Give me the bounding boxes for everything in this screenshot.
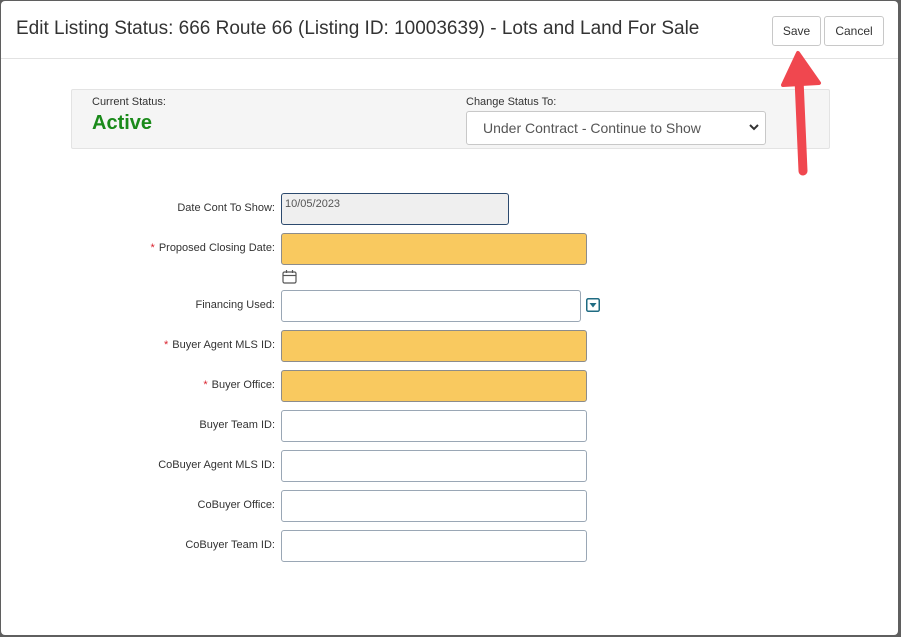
change-status-selected-value: Under Contract - Continue to Show <box>483 120 701 136</box>
cancel-button[interactable]: Cancel <box>824 16 884 46</box>
current-status-value: Active <box>92 112 153 134</box>
proposed-closing-date-label: * Proposed Closing Date: <box>150 242 275 254</box>
cobuyer-agent-mls-id-label: CoBuyer Agent MLS ID: <box>158 459 275 471</box>
required-marker: * <box>164 339 169 351</box>
change-status-label: Change Status To: <box>466 96 557 108</box>
buyer-office-input[interactable] <box>281 370 587 402</box>
buyer-team-id-label: Buyer Team ID: <box>199 419 275 431</box>
dropdown-toggle-icon[interactable] <box>586 298 600 312</box>
financing-used-input[interactable] <box>281 290 581 322</box>
change-status-select[interactable]: Under Contract - Continue to Show <box>466 111 766 145</box>
dialog-title: Edit Listing Status: 666 Route 66 (Listi… <box>16 18 700 39</box>
buyer-office-label: * Buyer Office: <box>203 379 275 391</box>
required-marker: * <box>203 379 208 391</box>
edit-listing-status-dialog: Edit Listing Status: 666 Route 66 (Listi… <box>1 1 898 635</box>
dialog-header: Edit Listing Status: 666 Route 66 (Listi… <box>1 1 898 59</box>
calendar-icon[interactable] <box>282 269 297 284</box>
cobuyer-office-label: CoBuyer Office: <box>197 499 275 511</box>
financing-used-label: Financing Used: <box>195 299 276 311</box>
status-panel: Current Status: Active Change Status To:… <box>71 89 830 149</box>
red-arrow-annotation <box>781 51 821 176</box>
cobuyer-team-id-input[interactable] <box>281 530 587 562</box>
buyer-team-id-input[interactable] <box>281 410 587 442</box>
date-cont-to-show-field: 10/05/2023 <box>281 193 509 225</box>
proposed-closing-date-input[interactable] <box>281 233 587 265</box>
cobuyer-team-id-label: CoBuyer Team ID: <box>185 539 275 551</box>
cobuyer-office-input[interactable] <box>281 490 587 522</box>
buyer-agent-mls-id-input[interactable] <box>281 330 587 362</box>
date-cont-to-show-value: 10/05/2023 <box>285 198 341 210</box>
buyer-agent-mls-id-label: * Buyer Agent MLS ID: <box>164 339 275 351</box>
cobuyer-agent-mls-id-input[interactable] <box>281 450 587 482</box>
required-marker: * <box>150 242 155 254</box>
current-status-label: Current Status: <box>92 96 166 108</box>
date-cont-to-show-label: Date Cont To Show: <box>177 202 275 214</box>
chevron-down-icon <box>749 124 759 131</box>
